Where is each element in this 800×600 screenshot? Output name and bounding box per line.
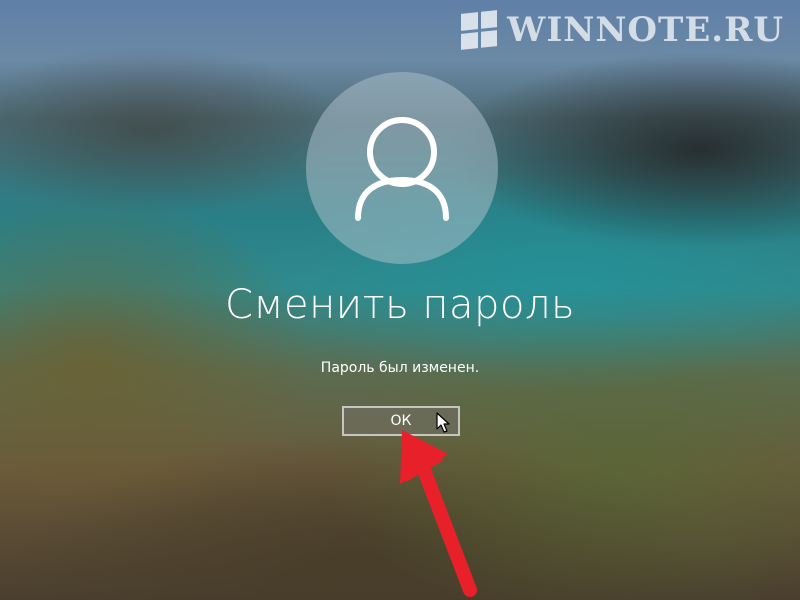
windows-logo-icon xyxy=(461,10,498,50)
red-arrow-icon xyxy=(400,430,477,597)
watermark: WINNOTE.RU xyxy=(461,10,784,50)
status-message: Пароль был изменен. xyxy=(320,360,480,376)
page-title: Сменить пароль xyxy=(224,282,576,328)
user-avatar xyxy=(306,72,498,264)
user-icon xyxy=(355,117,449,221)
watermark-text: WINNOTE.RU xyxy=(507,10,784,50)
